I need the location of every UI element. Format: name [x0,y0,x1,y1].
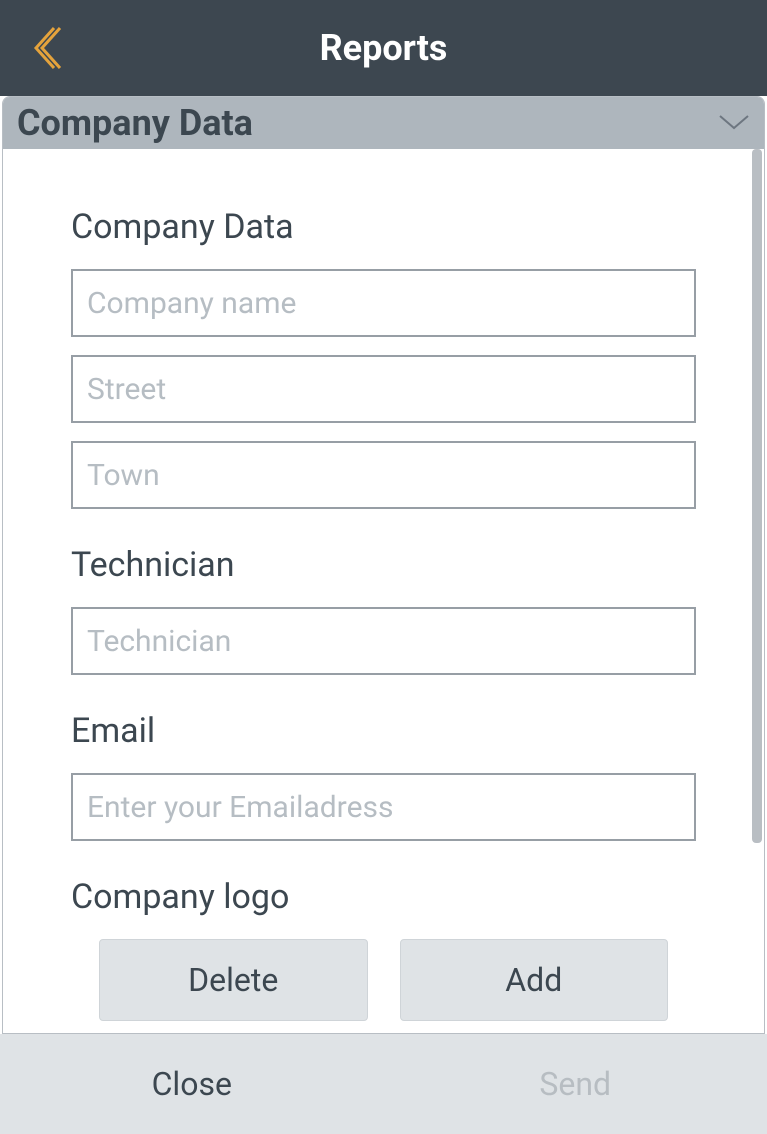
back-button[interactable] [28,24,62,72]
email-field[interactable] [71,773,696,841]
send-button-label: Send [539,1065,611,1103]
street-field[interactable] [71,355,696,423]
panel-header[interactable]: Company Data [3,97,764,149]
form-scroll-area[interactable]: Company Data Technician Email Company lo… [3,149,764,1033]
panel-wrap: Company Data Company Data Technician Ema… [0,96,767,1034]
technician-label: Technician [71,545,696,585]
delete-logo-button[interactable]: Delete [99,939,368,1021]
company-data-form: Company Data Technician Email Company lo… [3,149,764,1021]
company-logo-label: Company logo [71,877,696,917]
close-button[interactable]: Close [0,1034,384,1134]
company-logo-buttons: Delete Add [71,939,696,1021]
app-header: Reports [0,0,767,96]
add-logo-button-label: Add [505,961,562,999]
back-chevron-icon [28,24,62,72]
footer-bar: Close Send [0,1034,767,1134]
company-name-field[interactable] [71,269,696,337]
chevron-down-icon [718,114,750,132]
delete-logo-button-label: Delete [188,961,278,999]
panel-collapse-toggle[interactable] [718,114,750,132]
page-title: Reports [0,27,767,69]
panel-header-title: Company Data [17,102,253,144]
close-button-label: Close [152,1065,232,1103]
send-button[interactable]: Send [384,1034,767,1134]
panel: Company Data Company Data Technician Ema… [2,96,765,1034]
email-label: Email [71,711,696,751]
add-logo-button[interactable]: Add [400,939,669,1021]
company-data-label: Company Data [71,207,696,247]
technician-field[interactable] [71,607,696,675]
town-field[interactable] [71,441,696,509]
